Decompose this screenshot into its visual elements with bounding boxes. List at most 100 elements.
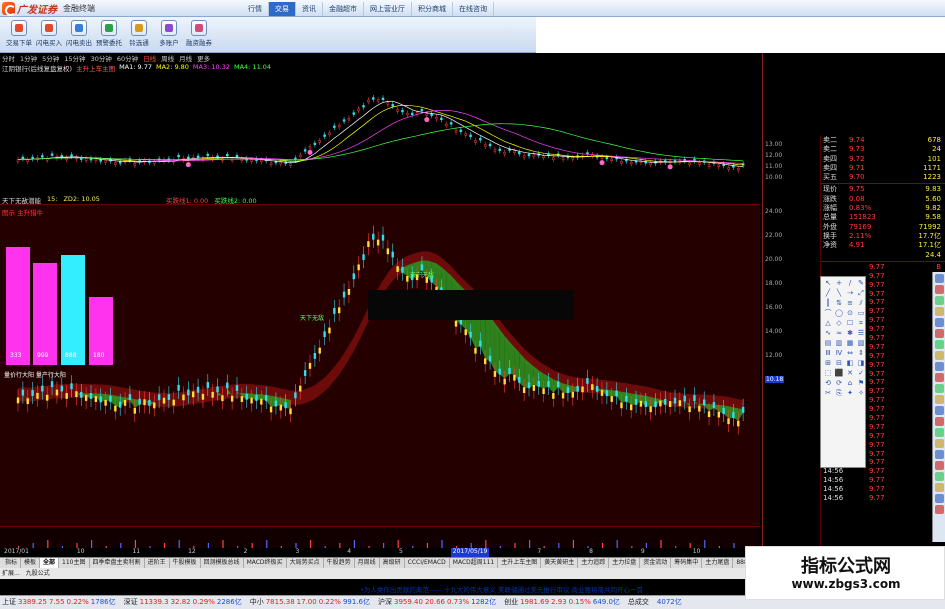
draw-tool-icon[interactable]: ⚑	[856, 379, 866, 388]
side-tool-icon[interactable]	[934, 461, 944, 470]
toolbar-button[interactable]: 多账户	[154, 19, 184, 51]
indicator-tab[interactable]: 主力尾盘	[702, 558, 734, 568]
indicator-tab[interactable]: 大局势买点	[287, 558, 324, 568]
top-nav-item[interactable]: 资讯	[296, 2, 323, 16]
draw-tool-icon[interactable]: ⌗	[856, 319, 866, 328]
draw-tool-icon[interactable]: ╱	[823, 289, 833, 298]
draw-tool-icon[interactable]: ║	[823, 299, 833, 308]
top-nav-item[interactable]: 交易	[269, 2, 296, 16]
draw-tool-icon[interactable]: ⇅	[834, 299, 844, 308]
indicator-tab[interactable]: 指标	[2, 558, 22, 568]
draw-tool-icon[interactable]: ≡	[845, 299, 855, 308]
draw-tool-icon[interactable]: ▭	[856, 309, 866, 318]
toolbar-button[interactable]: 闪电买入	[34, 19, 64, 51]
period-option[interactable]: 1分钟	[20, 53, 37, 63]
news-ticker[interactable]: •为人类作出贡献的典范—— 十九大的伟大意义 美联储通过美元推行审议 商业赛将落…	[360, 584, 643, 594]
draw-tool-icon[interactable]: ☐	[845, 319, 855, 328]
indicator-tab[interactable]: 四季牵盘主卖利割	[90, 558, 145, 568]
indicator-tab[interactable]: MACD超周111	[450, 558, 499, 568]
toolbar-button[interactable]: 铃选通	[124, 19, 154, 51]
indicator-tab[interactable]: 筹码集中	[671, 558, 703, 568]
draw-tool-icon[interactable]: ⤢	[856, 289, 866, 298]
side-tool-icon[interactable]	[934, 406, 944, 415]
draw-tool-icon[interactable]: ∿	[823, 329, 833, 338]
draw-tool-icon[interactable]: ⬛	[834, 369, 844, 378]
extension-link[interactable]: 扩展...	[2, 568, 20, 579]
draw-tool-icon[interactable]: ⊞	[823, 359, 833, 368]
side-tool-icon[interactable]	[934, 384, 944, 393]
draw-tool-icon[interactable]: ↖	[823, 279, 833, 288]
draw-tool-icon[interactable]: ⎘	[834, 389, 844, 398]
period-option[interactable]: 5分钟	[42, 53, 59, 63]
top-nav-item[interactable]: 行情	[242, 2, 269, 16]
side-tool-icon[interactable]	[934, 450, 944, 459]
draw-tool-icon[interactable]: ⌒	[823, 309, 833, 318]
draw-tool-icon[interactable]: ▤	[823, 339, 833, 348]
index-status[interactable]: 沪深 3959.40 20.66 0.73% 1282亿	[378, 596, 496, 609]
indicator-tab[interactable]: CCCI/EMACD	[405, 558, 450, 568]
top-nav-item[interactable]: 网上营业厅	[364, 2, 412, 16]
indicator-tab[interactable]: 模板	[21, 558, 41, 568]
draw-tool-icon[interactable]: ☰	[856, 329, 866, 338]
period-option[interactable]: 更多	[197, 53, 210, 63]
period-option[interactable]: 分时	[2, 53, 15, 63]
toolbar-button[interactable]: 闪电卖出	[64, 19, 94, 51]
draw-tool-icon[interactable]: ⟳	[834, 379, 844, 388]
draw-tool-icon[interactable]: ≈	[834, 329, 844, 338]
index-status[interactable]: 总成交 4072亿	[628, 596, 682, 609]
draw-tool-icon[interactable]: ⇢	[845, 289, 855, 298]
index-status[interactable]: 上证 3389.25 7.55 0.22% 1786亿	[2, 596, 116, 609]
sub-indicator-name[interactable]: 天下无敌潜能	[2, 195, 41, 205]
top-nav-item[interactable]: 在线咨询	[453, 2, 494, 16]
draw-tool-icon[interactable]: ✕	[845, 369, 855, 378]
indicator-tab[interactable]: 110主图	[59, 558, 90, 568]
side-tool-icon[interactable]	[934, 318, 944, 327]
indicator-tab[interactable]: 进阶王	[145, 558, 170, 568]
side-tool-icon[interactable]	[934, 428, 944, 437]
indicator-tab[interactable]: 主力拉盘	[609, 558, 641, 568]
period-option[interactable]: 周线	[161, 53, 174, 63]
draw-tool-icon[interactable]: ╲	[834, 289, 844, 298]
index-status[interactable]: 中小 7815.38 17.00 0.22% 991.6亿	[250, 596, 370, 609]
side-tool-icon[interactable]	[934, 439, 944, 448]
side-tool-icon[interactable]	[934, 417, 944, 426]
draw-tool-icon[interactable]: ⊙	[845, 309, 855, 318]
indicator-tab[interactable]: MACD终极买	[244, 558, 287, 568]
draw-tool-icon[interactable]: ⫽	[856, 299, 866, 308]
lower-indicator-chart[interactable]: 333 999 888 180 天下无敌 天下无敌 量价行大阳 量产行大阳 图示 主升猎牛	[0, 204, 760, 526]
top-nav-item[interactable]: 积分商城	[412, 2, 453, 16]
indicator-tab[interactable]: 资金流动	[640, 558, 672, 568]
index-status[interactable]: 创业 1981.69 2.93 0.15% 649.0亿	[504, 596, 620, 609]
indicator-tab[interactable]: 主升上车主图	[498, 558, 542, 568]
side-tool-icon[interactable]	[934, 329, 944, 338]
side-tool-icon[interactable]	[934, 340, 944, 349]
draw-tool-icon[interactable]: △	[823, 319, 833, 328]
period-option[interactable]: 日线	[143, 53, 156, 63]
indicator-tab[interactable]: 高级研	[380, 558, 405, 568]
toolbar-button[interactable]: 预警委托	[94, 19, 124, 51]
indicator-tab[interactable]: 全部	[40, 558, 60, 568]
side-tool-icon[interactable]	[934, 351, 944, 360]
indicator-tab[interactable]: 黄天黄研主	[541, 558, 579, 568]
draw-tool-icon[interactable]: +	[834, 279, 844, 288]
draw-tool-icon[interactable]: ◨	[856, 359, 866, 368]
side-tool-icon[interactable]	[934, 494, 944, 503]
side-tool-icon[interactable]	[934, 373, 944, 382]
draw-tool-icon[interactable]: ⇕	[856, 349, 866, 358]
top-nav-item[interactable]: 金融超市	[323, 2, 364, 16]
draw-tool-icon[interactable]: /	[845, 279, 855, 288]
side-tool-icon[interactable]	[934, 285, 944, 294]
draw-tool-icon[interactable]: ◯	[834, 309, 844, 318]
indicator-tab[interactable]: 回测模板总线	[201, 558, 244, 568]
side-tool-icon[interactable]	[934, 483, 944, 492]
side-tool-icon[interactable]	[934, 362, 944, 371]
indicator-tab[interactable]: 主力追踪	[578, 558, 610, 568]
indicator-tab[interactable]: 牛股趋势	[324, 558, 355, 568]
indicator-tab[interactable]: 月周线	[355, 558, 380, 568]
draw-tool-icon[interactable]: ✎	[856, 279, 866, 288]
index-status[interactable]: 深证 11339.3 32.82 0.29% 2286亿	[124, 596, 242, 609]
draw-tool-icon[interactable]: ⌂	[845, 379, 855, 388]
draw-tool-icon[interactable]: ◇	[834, 319, 844, 328]
toolbar-button[interactable]: 融资融券	[184, 19, 214, 51]
indicator-name[interactable]: 主升上车主图	[76, 63, 115, 73]
